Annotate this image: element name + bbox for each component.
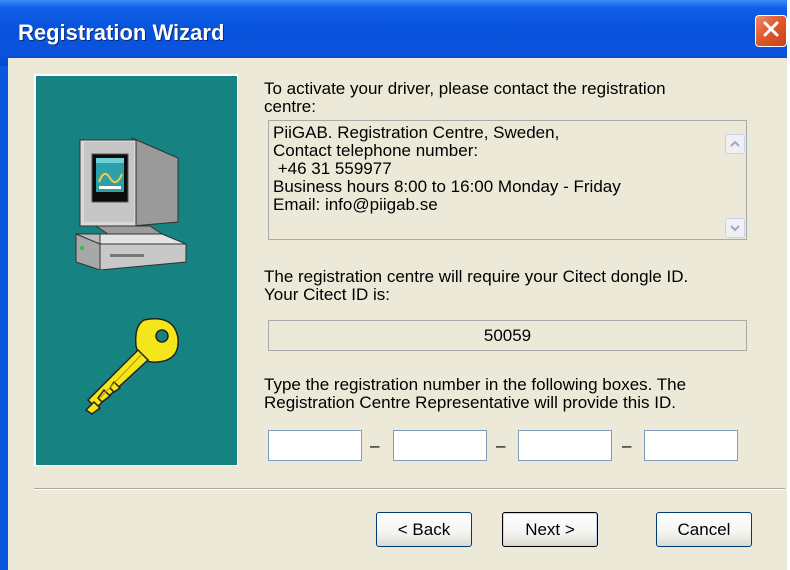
scroll-down-button[interactable] xyxy=(725,218,745,238)
title-bar[interactable]: Registration Wizard xyxy=(0,0,787,66)
field-separator: – xyxy=(496,436,506,455)
contact-line: Contact telephone number: xyxy=(273,141,479,160)
contact-scrollbar[interactable] xyxy=(725,122,745,238)
next-button[interactable]: Next > xyxy=(502,512,598,547)
registration-field-1[interactable] xyxy=(268,430,362,461)
field-separator: – xyxy=(370,436,380,455)
dialog-body: To activate your driver, please contact … xyxy=(8,58,787,570)
close-icon xyxy=(761,19,781,44)
contact-line: +46 31 559977 xyxy=(273,159,392,178)
divider xyxy=(34,488,785,490)
window-title: Registration Wizard xyxy=(18,20,225,45)
contact-line: Business hours 8:00 to 16:00 Monday - Fr… xyxy=(273,177,621,196)
field-separator: – xyxy=(622,436,632,455)
close-button[interactable] xyxy=(755,15,787,47)
registration-field-3[interactable] xyxy=(518,430,612,461)
cancel-button[interactable]: Cancel xyxy=(656,512,752,547)
instruction-line-2: centre: xyxy=(264,97,316,116)
dongle-line-1: The registration centre will require you… xyxy=(264,267,689,286)
registration-wizard-window: Registration Wizard To activate your dri… xyxy=(0,0,787,570)
wizard-side-panel xyxy=(34,74,238,466)
registration-field-2[interactable] xyxy=(393,430,487,461)
dongle-line-2: Your Citect ID is: xyxy=(264,285,390,304)
registration-line-2: Registration Centre Representative will … xyxy=(264,393,676,412)
scroll-down-icon xyxy=(729,219,741,237)
contact-info-box[interactable]: PiiGAB. Registration Centre, Sweden, Con… xyxy=(268,120,747,240)
contact-line: PiiGAB. Registration Centre, Sweden, xyxy=(273,123,560,142)
scroll-up-button[interactable] xyxy=(725,134,745,154)
instruction-line-1: To activate your driver, please contact … xyxy=(264,79,666,98)
key-icon xyxy=(78,310,188,425)
scroll-up-icon xyxy=(729,135,741,153)
contact-line: Email: info@piigab.se xyxy=(273,195,438,214)
citect-id-display: 50059 xyxy=(268,320,747,351)
registration-line-1: Type the registration number in the foll… xyxy=(264,375,687,394)
registration-field-4[interactable] xyxy=(644,430,738,461)
computer-icon xyxy=(70,130,190,275)
back-button[interactable]: < Back xyxy=(376,512,472,547)
